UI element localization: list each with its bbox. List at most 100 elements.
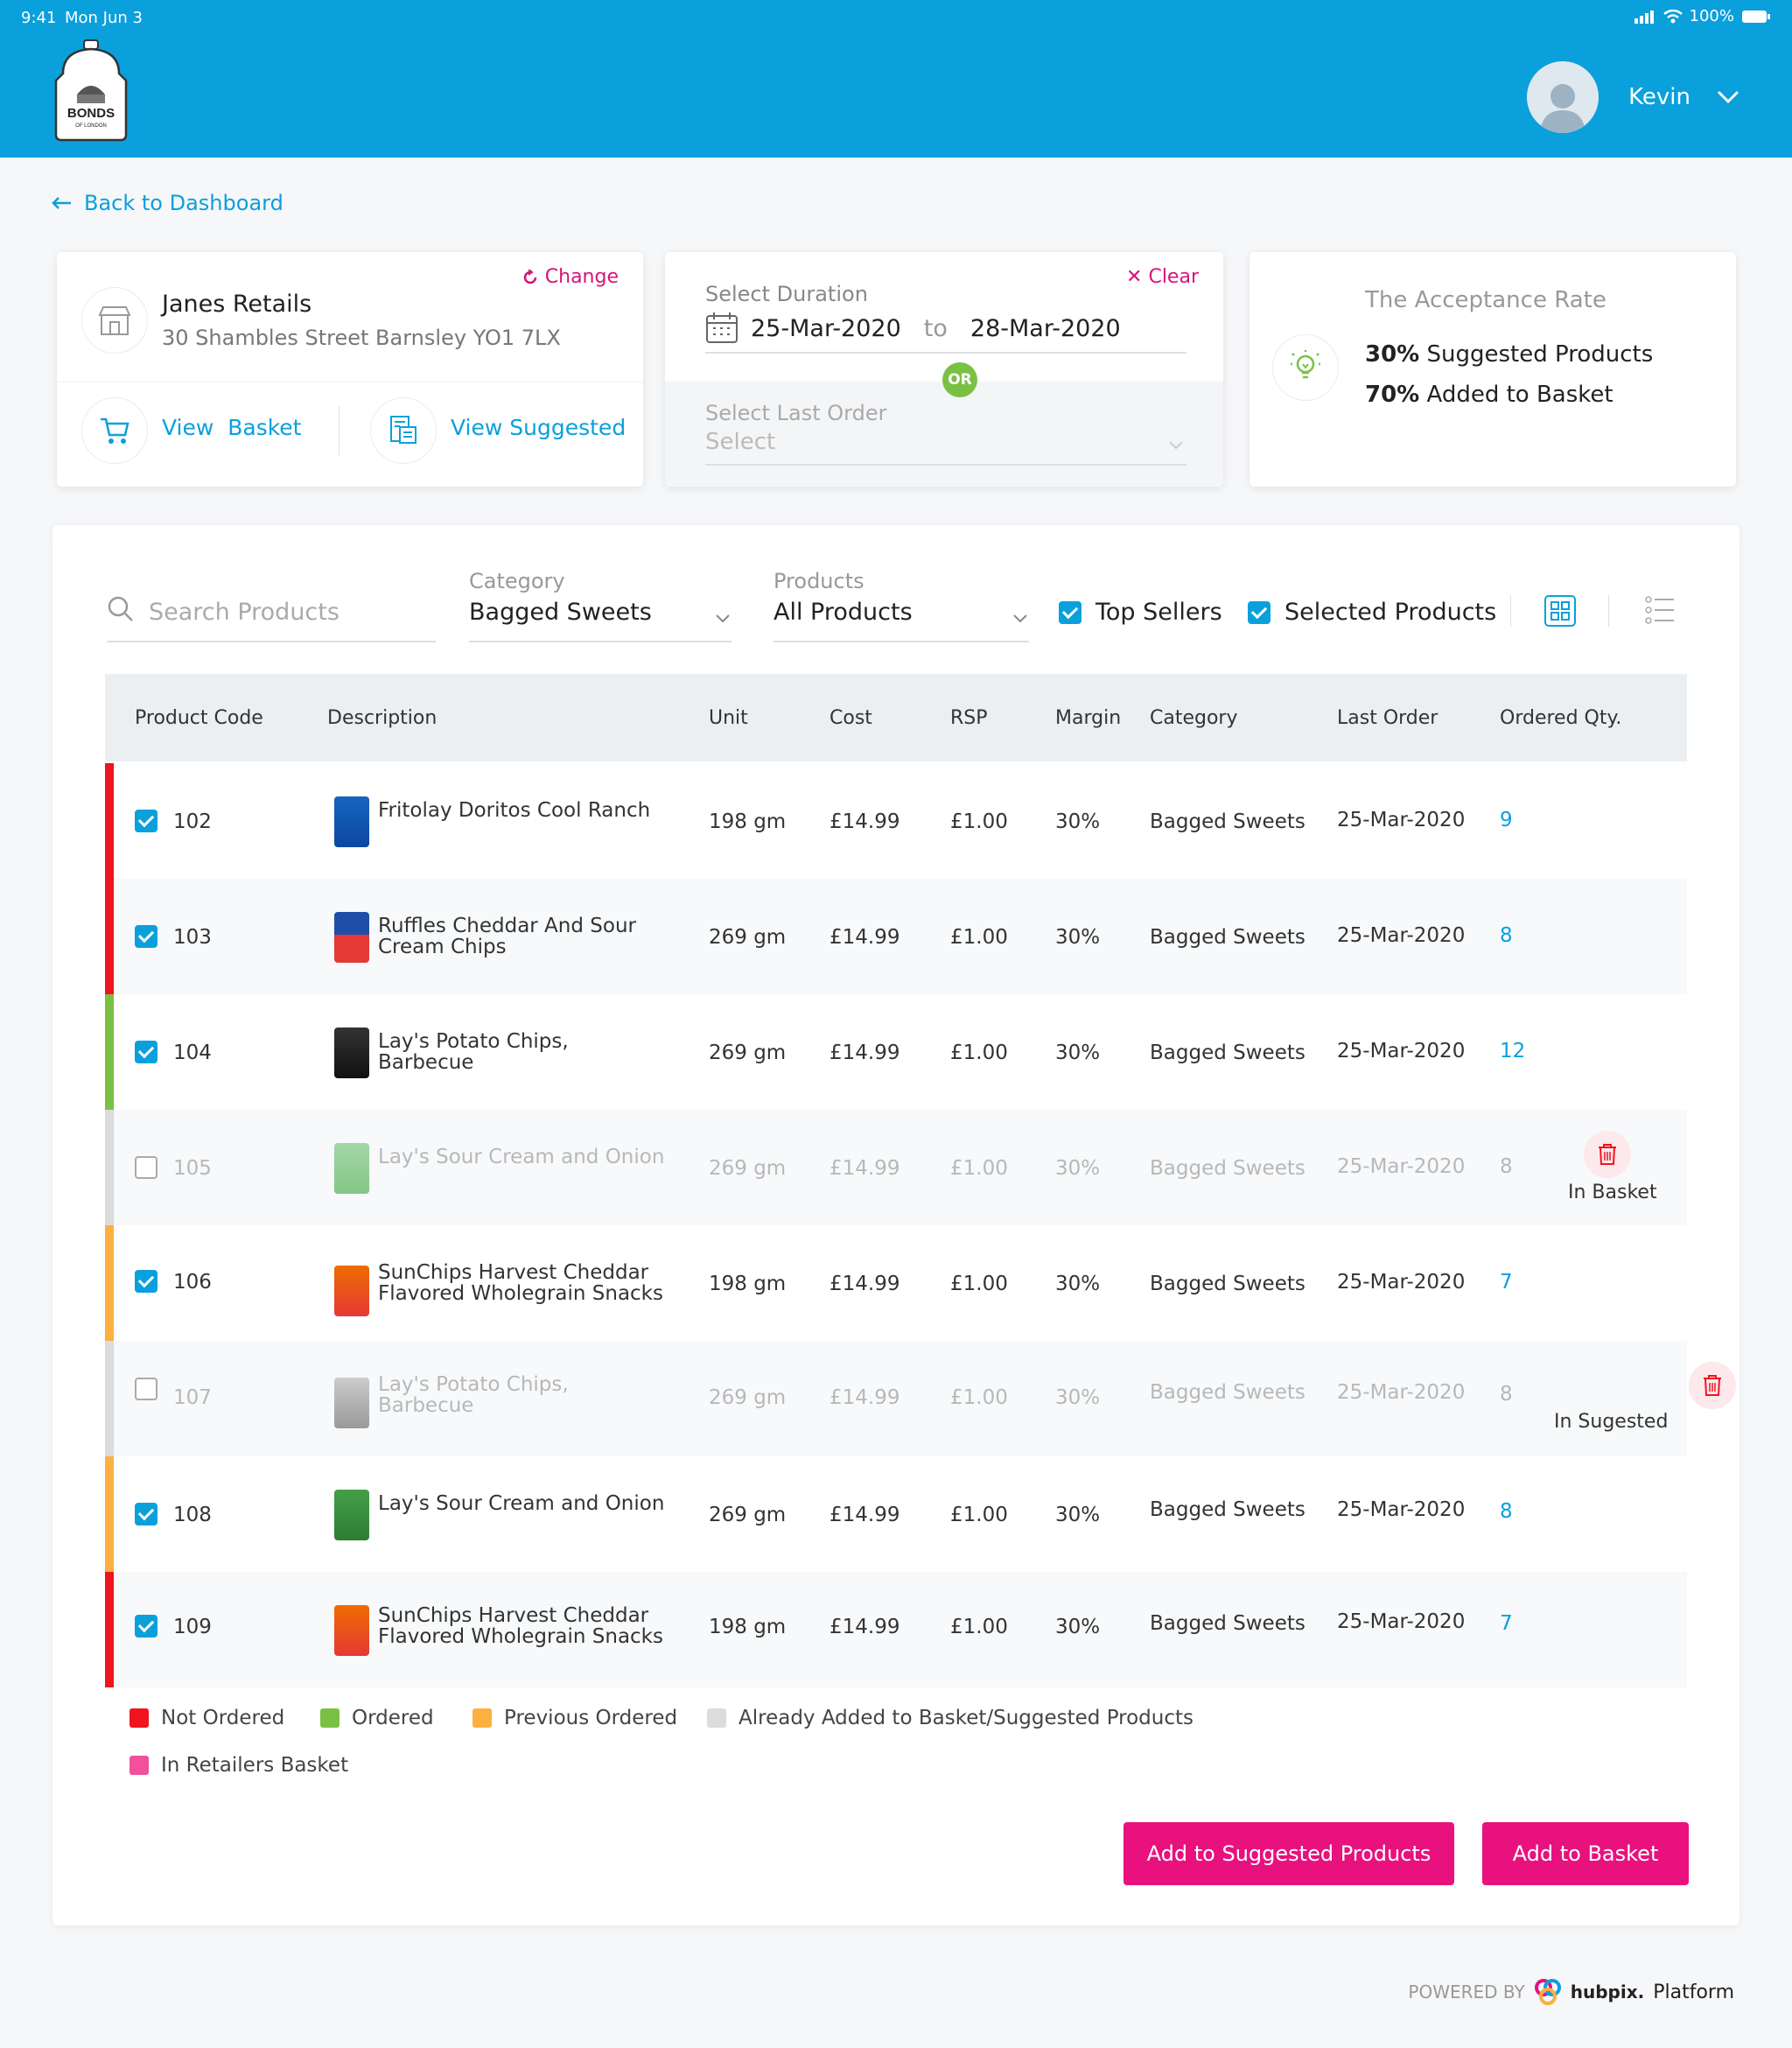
category-select[interactable]: Bagged Sweets [469,599,732,641]
col-ordered-qty[interactable]: Ordered Qty. [1500,707,1621,729]
table-row[interactable]: 107 Lay's Potato Chips, Barbecue 269 gm … [105,1341,1736,1456]
back-to-dashboard-link[interactable]: Back to Dashboard [51,191,284,215]
table-row[interactable]: 102 Fritolay Doritos Cool Ranch 198 gm £… [105,763,1687,879]
row-checkbox[interactable] [135,1615,158,1638]
row-checkbox[interactable] [135,810,158,832]
last-order-select[interactable]: Select [705,429,1186,466]
battery-icon [1742,10,1770,23]
ordered-qty[interactable]: 8 [1500,1500,1513,1523]
remove-button[interactable] [1689,1362,1736,1409]
chevron-down-icon [1013,614,1027,623]
product-image [334,1143,369,1194]
row-checkbox[interactable] [135,1270,158,1293]
clear-duration-button[interactable]: ✕ Clear [1126,266,1199,288]
col-cost[interactable]: Cost [830,707,872,729]
table-row[interactable]: 103 Ruffles Cheddar And Sour Cream Chips… [105,879,1687,994]
product-unit: 269 gm [709,1042,787,1064]
product-image [334,1605,369,1656]
legend-swatch [130,1708,149,1728]
category-underline [469,641,732,642]
table-row[interactable]: 109 SunChips Harvest Cheddar Flavored Wh… [105,1572,1687,1687]
ordered-qty[interactable]: 12 [1500,1040,1525,1063]
grid-view-icon[interactable] [1544,595,1576,627]
product-category: Bagged Sweets [1150,810,1306,833]
col-description[interactable]: Description [327,707,437,729]
product-cost: £14.99 [830,1504,900,1526]
status-stripe [105,763,114,879]
divider [1510,595,1511,627]
product-margin: 30% [1055,926,1101,949]
products-select[interactable]: All Products [774,599,1029,641]
ordered-qty[interactable]: 9 [1500,809,1513,831]
suggested-pct: 30% [1365,341,1420,368]
view-basket-link[interactable]: View Basket [162,415,302,440]
avatar[interactable] [1527,61,1600,133]
table-row[interactable]: 105 Lay's Sour Cream and Onion 269 gm £1… [105,1110,1687,1225]
checkbox-checked[interactable] [1248,600,1270,624]
retailer-address: 30 Shambles Street Barnsley YO1 7LX [162,326,561,350]
brand-logo[interactable]: BONDS OF LONDON [51,39,131,142]
col-margin[interactable]: Margin [1055,707,1121,729]
chevron-down-icon[interactable] [1717,90,1740,104]
legend-label: In Retailers Basket [161,1754,349,1777]
product-margin: 30% [1055,1157,1101,1180]
ordered-qty: 8 [1500,1383,1513,1406]
product-category: Bagged Sweets [1150,1273,1306,1295]
product-rsp: £1.00 [950,1157,1008,1180]
arrow-left-icon [52,197,71,209]
row-checkbox[interactable] [135,1378,158,1400]
legend-in-retailers-basket: In Retailers Basket [130,1754,348,1777]
logo-subtext: OF LONDON [75,123,107,129]
app-header: 9:41 Mon Jun 3 100% BONDS OF LONDON Kevi… [0,0,1792,158]
legend-swatch [707,1708,726,1728]
ordered-qty: 8 [1500,1155,1513,1178]
user-menu[interactable]: Kevin [1527,61,1740,133]
date-range-input[interactable]: 25-Mar-2020 to 28-Mar-2020 [705,312,1121,345]
product-category: Bagged Sweets [1150,1612,1306,1635]
product-unit: 198 gm [709,1616,787,1638]
search-placeholder: Search Products [149,599,340,626]
product-code: 109 [173,1616,212,1638]
status-stripe [105,1341,114,1456]
top-sellers-checkbox[interactable]: Top Sellers [1059,599,1222,626]
duration-card: Select Duration ✕ Clear 25-Mar-2020 to 2… [665,252,1223,487]
row-checkbox[interactable] [135,1041,158,1063]
search-input[interactable]: Search Products [107,595,436,644]
chevron-down-icon [716,614,730,623]
product-code: 103 [173,926,212,949]
row-checkbox[interactable] [135,1503,158,1525]
table-row[interactable]: 104 Lay's Potato Chips, Barbecue 269 gm … [105,994,1687,1110]
table-row[interactable]: 106 SunChips Harvest Cheddar Flavored Wh… [105,1225,1687,1341]
category-value: Bagged Sweets [469,599,652,626]
add-to-suggested-button[interactable]: Add to Suggested Products [1124,1822,1454,1885]
search-underline [107,641,436,642]
product-cost: £14.99 [830,1042,900,1064]
list-view-icon[interactable] [1645,595,1675,625]
status-stripe [105,994,114,1110]
ordered-qty[interactable]: 8 [1500,924,1513,947]
acceptance-title: The Acceptance Rate [1365,287,1606,313]
ordered-qty[interactable]: 7 [1500,1271,1513,1294]
selected-products-checkbox[interactable]: Selected Products [1248,599,1496,626]
view-suggested-link[interactable]: View Suggested [451,415,626,440]
product-image [334,796,369,847]
remove-button[interactable] [1584,1131,1631,1178]
add-to-basket-button[interactable]: Add to Basket [1482,1822,1689,1885]
last-order-label: Select Last Order [705,401,887,425]
row-checkbox[interactable] [135,1156,158,1179]
col-rsp[interactable]: RSP [950,707,988,729]
col-product-code[interactable]: Product Code [135,707,263,729]
product-description: Lay's Potato Chips, Barbecue [378,1373,569,1417]
product-rsp: £1.00 [950,810,1008,833]
signal-icon [1634,10,1654,24]
col-last-order[interactable]: Last Order [1337,707,1438,729]
row-checkbox[interactable] [135,925,158,948]
col-unit[interactable]: Unit [709,707,748,729]
table-row[interactable]: 108 Lay's Sour Cream and Onion 269 gm £1… [105,1456,1687,1572]
col-category[interactable]: Category [1150,707,1238,729]
checkbox-checked[interactable] [1059,600,1082,624]
suggested-rate: 30% Suggested Products [1365,341,1653,368]
change-retailer-button[interactable]: Change [522,266,619,288]
ordered-qty[interactable]: 7 [1500,1612,1513,1635]
close-icon: ✕ [1126,266,1149,288]
